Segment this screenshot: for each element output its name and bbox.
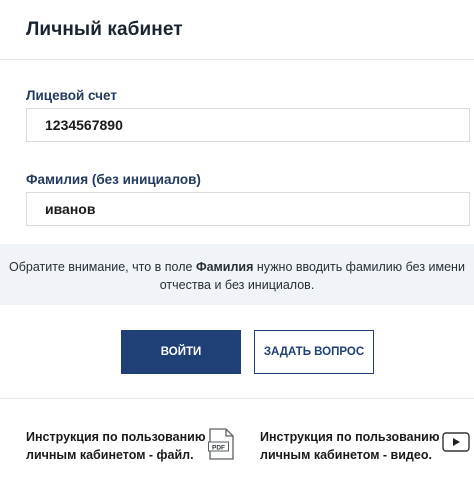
login-button[interactable]: ВОЙТИ <box>121 330 241 374</box>
account-label: Лицевой счет <box>26 88 117 103</box>
notice-line-1: Обратите внимание, что в поле Фамилия ну… <box>0 260 474 274</box>
surname-input[interactable] <box>26 192 470 226</box>
video-instruction-line-1: Инструкция по пользованию <box>260 430 440 444</box>
page-header: Личный кабинет <box>0 0 474 60</box>
ask-question-button[interactable]: ЗАДАТЬ ВОПРОС <box>254 330 374 374</box>
video-instruction-line-2: личным кабинетом - видео. <box>260 448 432 462</box>
notice-text-1: Обратите внимание, что в поле <box>9 260 196 274</box>
notice-text-2: нужно вводить фамилию без имени <box>253 260 465 274</box>
page-title: Личный кабинет <box>26 19 183 40</box>
pdf-icon-text: PDF <box>212 444 225 451</box>
video-instruction-link[interactable]: Инструкция по пользованию личным кабинет… <box>260 428 440 464</box>
pdf-icon[interactable]: PDF <box>208 428 234 460</box>
account-input[interactable] <box>26 108 470 142</box>
file-instruction-link[interactable]: Инструкция по пользованию личным кабинет… <box>26 428 206 464</box>
notice-line-2: отчества и без инициалов. <box>159 278 315 292</box>
notice-box: Обратите внимание, что в поле Фамилия ну… <box>0 244 474 305</box>
divider <box>0 398 474 399</box>
surname-label: Фамилия (без инициалов) <box>26 172 201 187</box>
notice-bold-field: Фамилия <box>195 260 254 274</box>
file-instruction-line-1: Инструкция по пользованию <box>26 430 206 444</box>
file-instruction-line-2: личным кабинетом - файл. <box>26 448 194 462</box>
video-play-icon[interactable] <box>442 432 470 452</box>
